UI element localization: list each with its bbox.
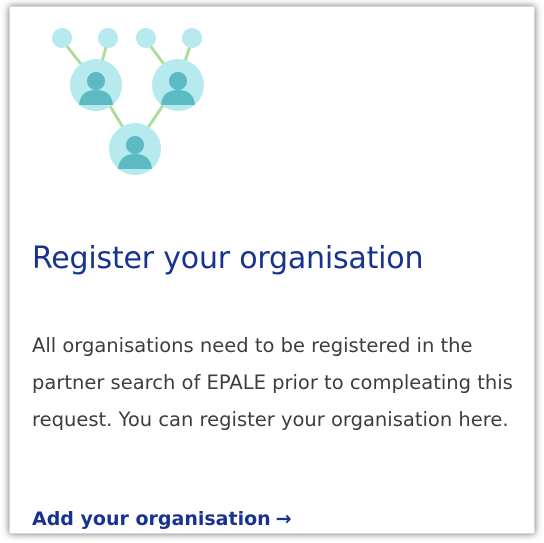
register-organisation-card: Register your organisation All organisat…: [9, 6, 535, 534]
add-organisation-link[interactable]: Add your organisation →: [32, 506, 292, 532]
card-title: Register your organisation: [32, 241, 424, 276]
arrow-right-icon: →: [275, 508, 292, 530]
card-description: All organisations need to be registered …: [32, 334, 513, 431]
organisation-network-icon: [52, 28, 204, 175]
add-organisation-link-label: Add your organisation: [32, 508, 271, 530]
